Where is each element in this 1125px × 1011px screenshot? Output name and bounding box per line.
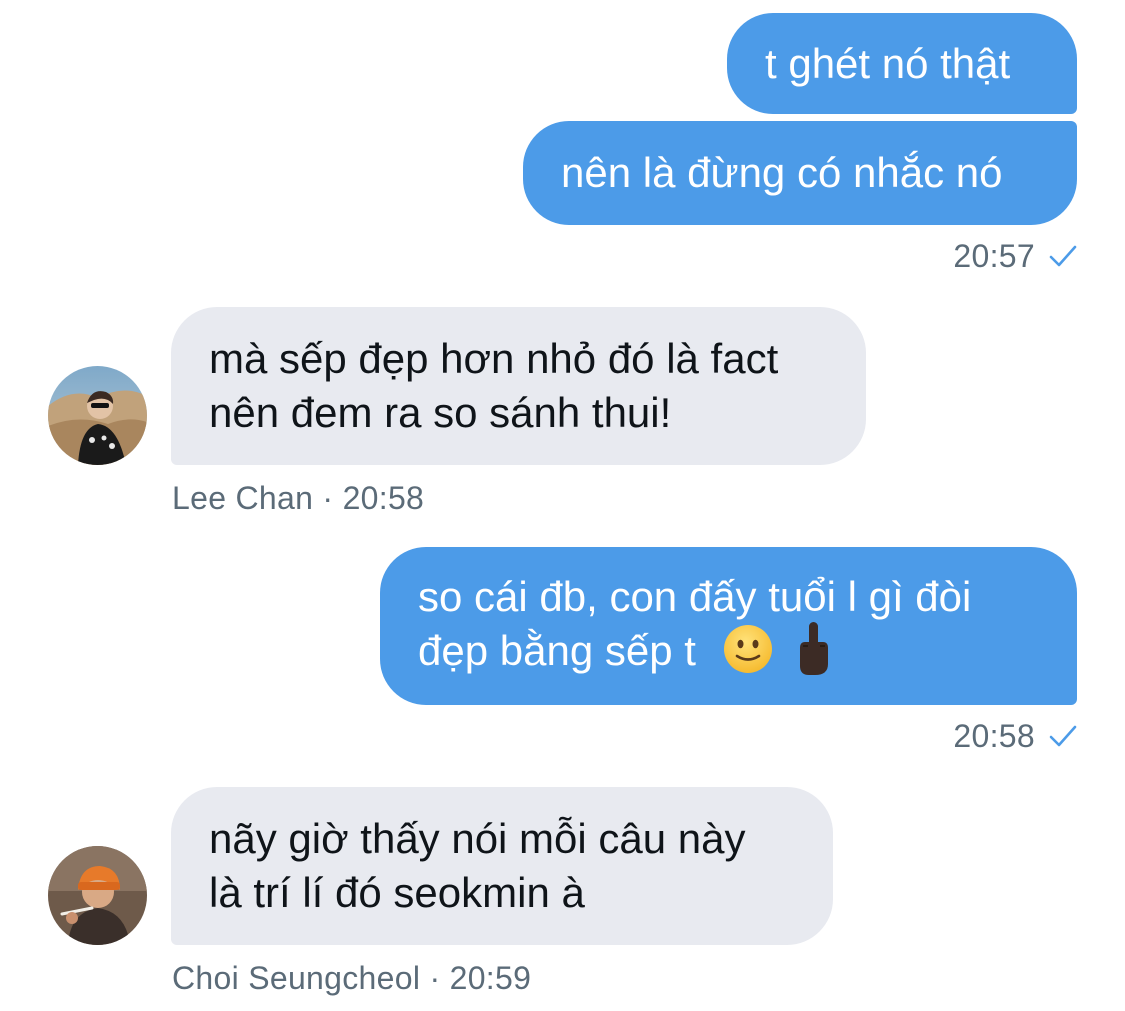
message-text: nên là đừng có nhắc nó bbox=[561, 149, 1003, 196]
timestamp: 20:58 bbox=[953, 718, 1035, 754]
check-icon bbox=[1049, 245, 1077, 266]
message-text-line: nãy giờ thấy nói mỗi câu này bbox=[209, 815, 746, 862]
message-text-line: mà sếp đẹp hơn nhỏ đó là fact bbox=[209, 335, 779, 382]
message-text-line-with-emoji: đẹp bằng sếp t bbox=[418, 622, 1039, 683]
message-bubble-incoming[interactable]: mà sếp đẹp hơn nhỏ đó là fact nên đem ra… bbox=[171, 307, 866, 465]
avatar-lee-chan[interactable] bbox=[48, 366, 147, 465]
message-bubble-outgoing[interactable]: t ghét nó thật bbox=[727, 13, 1077, 114]
meta-separator: · bbox=[322, 480, 334, 516]
message-bubble-outgoing[interactable]: so cái đb, con đấy tuổi l gì đòi đẹp bằn… bbox=[380, 547, 1077, 705]
middle-finger-emoji bbox=[800, 622, 829, 676]
message-text: t ghét nó thật bbox=[765, 39, 1011, 87]
check-icon bbox=[1049, 725, 1077, 746]
message-text-line: so cái đb, con đấy tuổi l gì đòi bbox=[418, 572, 972, 620]
timestamp: 20:59 bbox=[449, 960, 532, 996]
slightly-smiling-face-emoji bbox=[723, 625, 772, 674]
message-meta: 20:58 bbox=[953, 718, 1077, 755]
timestamp: 20:57 bbox=[953, 238, 1035, 274]
message-text-line: đẹp bằng sếp t bbox=[418, 626, 696, 674]
message-text-line: nên đem ra so sánh thui! bbox=[209, 389, 672, 436]
avatar-choi-seungcheol[interactable] bbox=[48, 846, 147, 945]
message-bubble-outgoing[interactable]: nên là đừng có nhắc nó bbox=[523, 121, 1077, 225]
sender-name[interactable]: Lee Chan bbox=[172, 480, 313, 516]
message-meta: 20:57 bbox=[953, 238, 1077, 275]
message-meta: Choi Seungcheol · 20:59 bbox=[172, 960, 531, 997]
sender-name[interactable]: Choi Seungcheol bbox=[172, 960, 420, 996]
timestamp: 20:58 bbox=[342, 480, 425, 516]
message-bubble-incoming[interactable]: nãy giờ thấy nói mỗi câu này là trí lí đ… bbox=[171, 787, 833, 945]
message-text-line: là trí lí đó seokmin à bbox=[209, 869, 585, 916]
meta-separator: · bbox=[429, 960, 441, 996]
message-meta: Lee Chan · 20:58 bbox=[172, 480, 424, 517]
